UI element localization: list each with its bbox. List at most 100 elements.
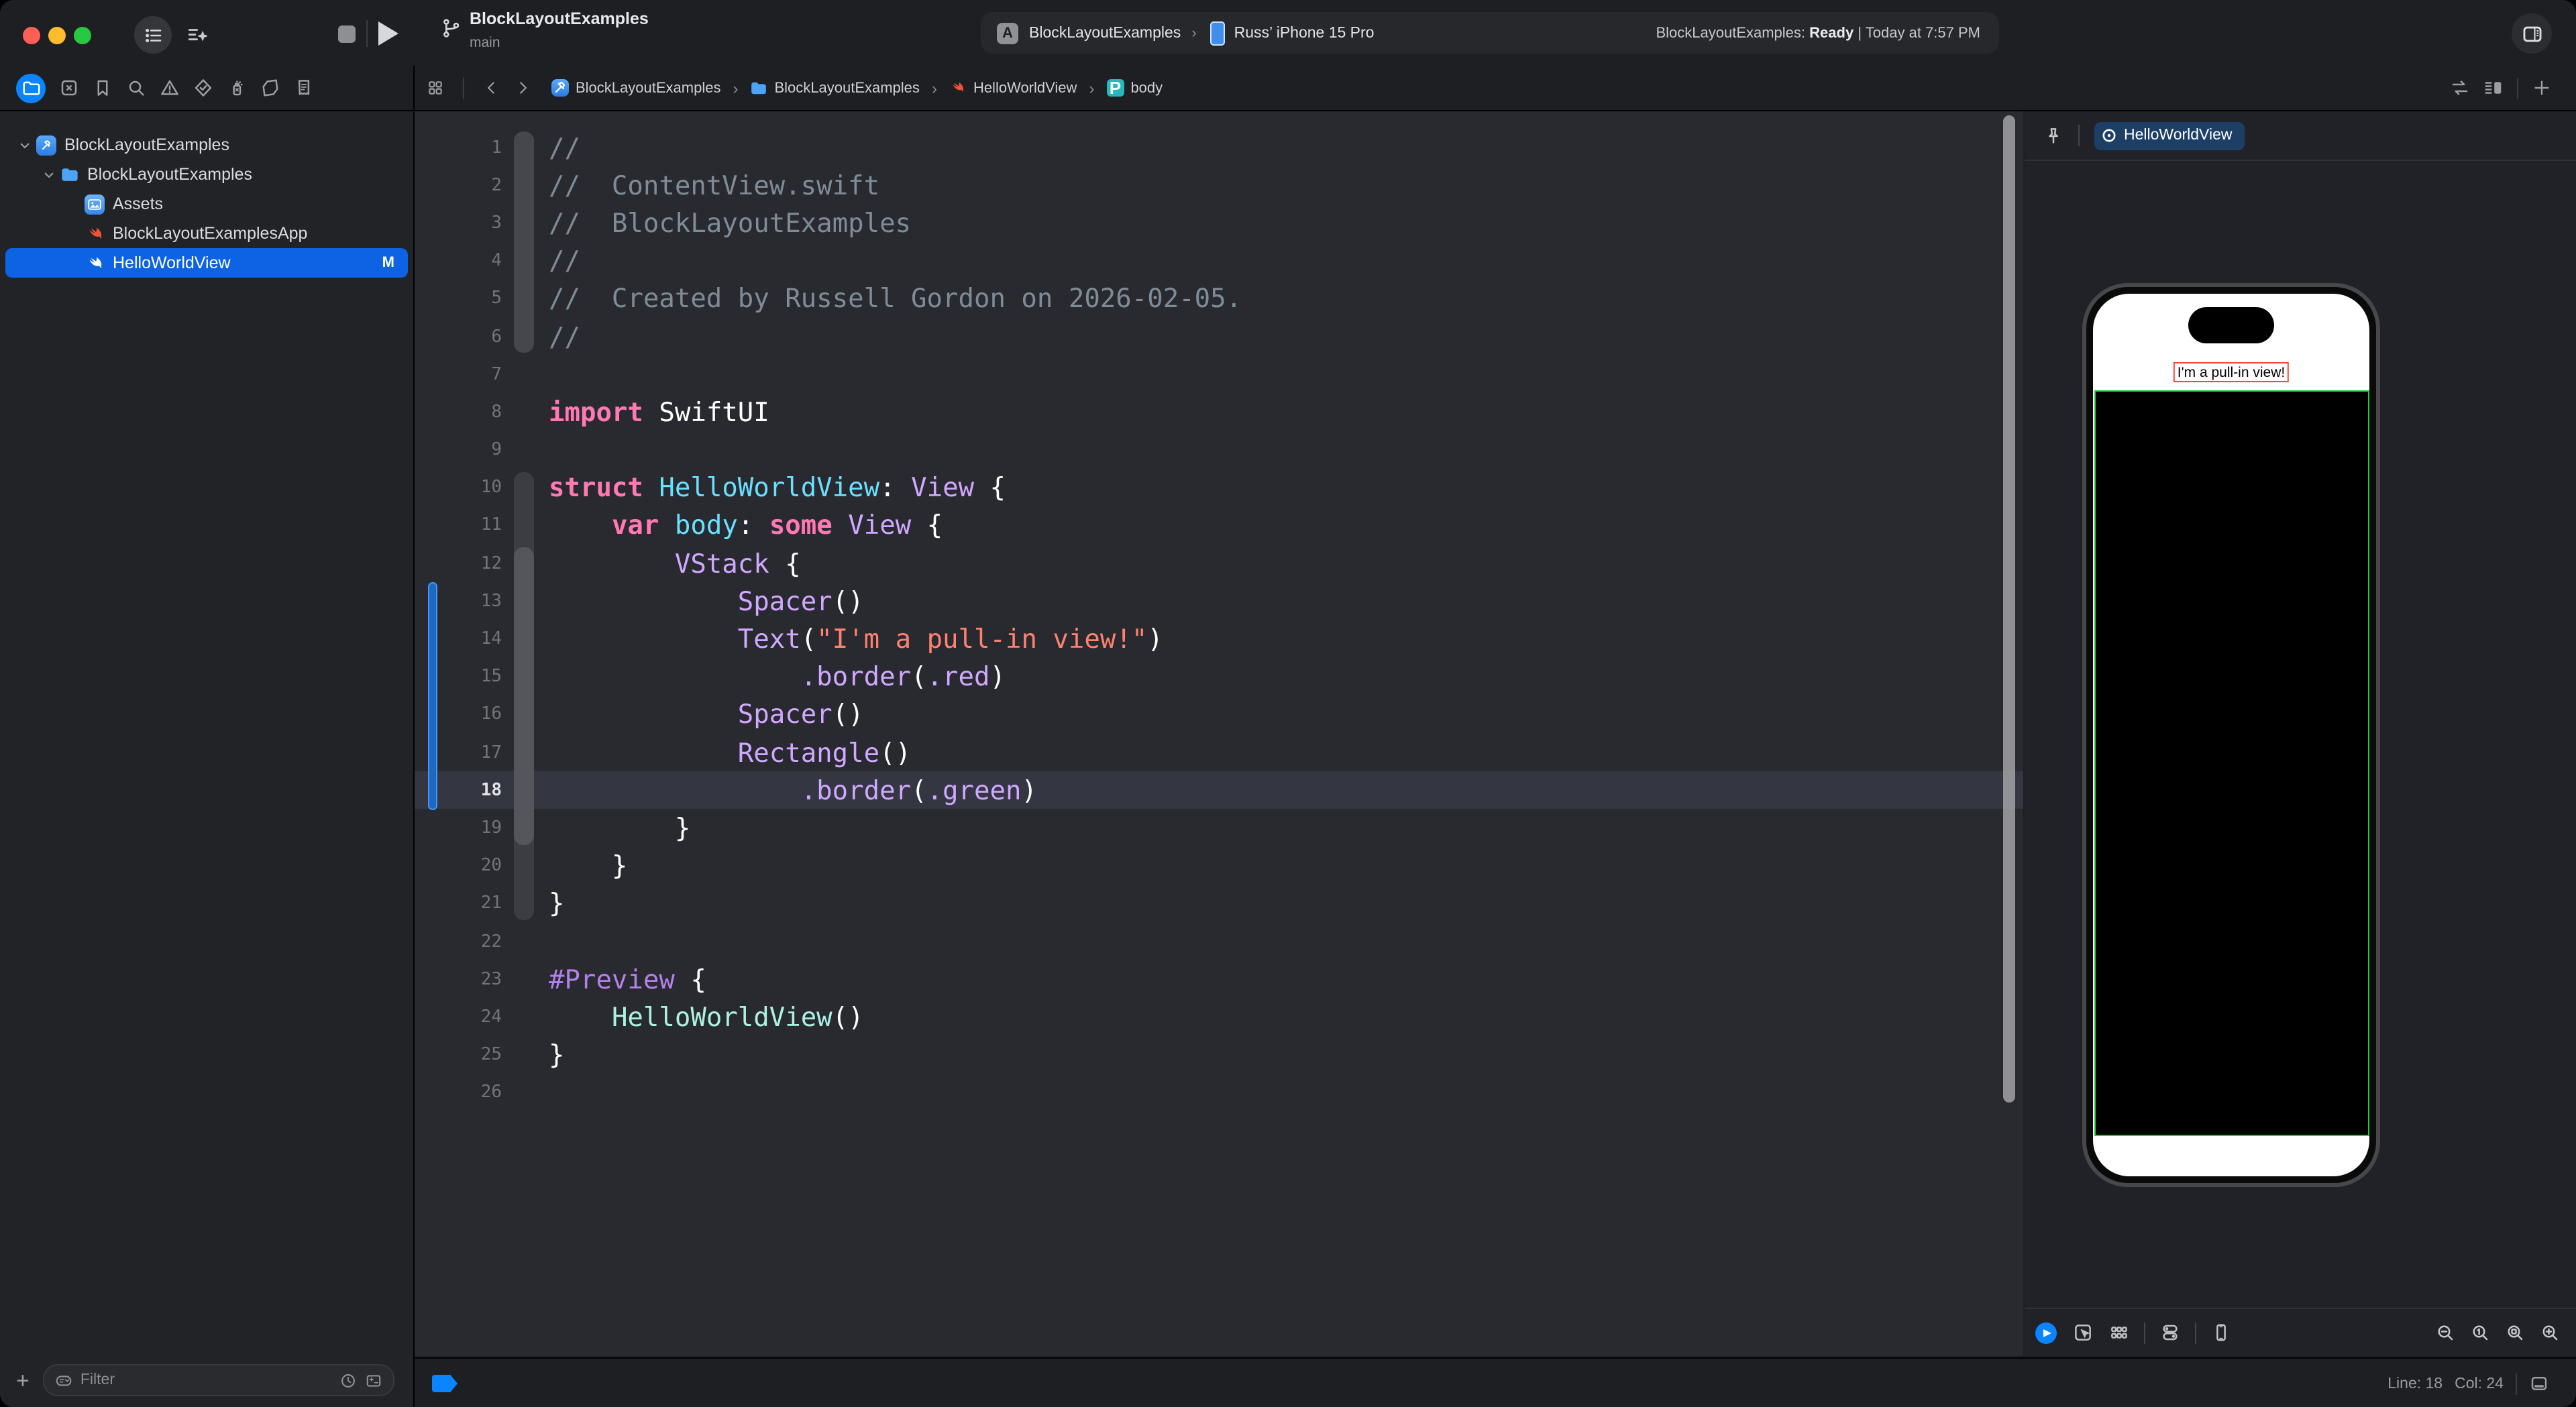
preview-tab[interactable]: HelloWorldView bbox=[2094, 121, 2245, 150]
code-line-12[interactable]: 12 VStack { bbox=[415, 545, 2023, 582]
iphone-screen[interactable]: I'm a pull-in view! bbox=[2093, 294, 2369, 1176]
editor-layout-icon[interactable] bbox=[2483, 78, 2504, 98]
zoom-in-button[interactable] bbox=[2540, 1322, 2560, 1343]
disclosure-chevron-icon[interactable] bbox=[19, 139, 32, 151]
sidebar-toggle-icon[interactable] bbox=[134, 16, 172, 54]
fold-ribbon[interactable] bbox=[514, 394, 534, 431]
code-line-8[interactable]: 8import SwiftUI bbox=[415, 394, 2023, 431]
titlebar: BlockLayoutExamples main A BlockLayoutEx… bbox=[0, 0, 2576, 66]
inspector-toggle-icon[interactable] bbox=[2512, 13, 2552, 54]
code-line-16[interactable]: 16 Spacer() bbox=[415, 696, 2023, 734]
breakpoints-navigator-icon[interactable] bbox=[260, 78, 280, 98]
bottom-bar-toggle-icon[interactable] bbox=[2529, 1373, 2549, 1394]
sidebar-item-assets[interactable]: Assets bbox=[0, 189, 413, 219]
sidebar-item-blocklayoutexamples[interactable]: BlockLayoutExamples bbox=[0, 130, 413, 160]
changes-navigator-icon[interactable] bbox=[59, 78, 79, 98]
add-file-button[interactable]: + bbox=[16, 1369, 30, 1392]
code-line-18[interactable]: 18 .border(.green) bbox=[415, 771, 2023, 809]
destination-name[interactable]: Russ’ iPhone 15 Pro bbox=[1234, 25, 1375, 41]
project-navigator-icon[interactable] bbox=[16, 73, 46, 103]
issues-navigator-icon[interactable] bbox=[160, 78, 180, 98]
breadcrumb-item[interactable]: Pbody bbox=[1106, 79, 1163, 97]
code-line-25[interactable]: 25} bbox=[415, 1036, 2023, 1074]
zoom-100-button[interactable] bbox=[2470, 1322, 2490, 1343]
fold-ribbon[interactable] bbox=[514, 923, 534, 960]
breadcrumb-item[interactable]: BlockLayoutExamples bbox=[750, 79, 919, 97]
zoom-fit-button[interactable] bbox=[2505, 1322, 2525, 1343]
back-icon[interactable] bbox=[483, 79, 500, 97]
code-line-6[interactable]: 6// bbox=[415, 318, 2023, 355]
code-line-22[interactable]: 22 bbox=[415, 923, 2023, 960]
editor-scrollbar[interactable] bbox=[2003, 115, 2015, 1103]
find-navigator-icon[interactable] bbox=[126, 78, 146, 98]
stop-button[interactable] bbox=[338, 25, 356, 43]
bookmarks-navigator-icon[interactable] bbox=[93, 78, 113, 98]
breadcrumb-item[interactable]: BlockLayoutExamples bbox=[551, 79, 720, 97]
code-line-2[interactable]: 2// ContentView.swift bbox=[415, 166, 2023, 204]
tests-navigator-icon[interactable] bbox=[193, 78, 213, 98]
fold-capsule-focus[interactable] bbox=[514, 547, 534, 844]
zoom-button[interactable] bbox=[74, 27, 91, 44]
device-settings-button[interactable] bbox=[2160, 1322, 2180, 1343]
code-line-1[interactable]: 1// bbox=[415, 129, 2023, 166]
variants-mode-button[interactable] bbox=[2109, 1322, 2129, 1343]
scheme-pill[interactable]: A BlockLayoutExamples › Russ’ iPhone 15 … bbox=[981, 12, 1999, 54]
code-line-15[interactable]: 15 .border(.red) bbox=[415, 658, 2023, 695]
adjust-editor-icon[interactable] bbox=[2450, 78, 2470, 98]
code-line-4[interactable]: 4// bbox=[415, 242, 2023, 280]
pin-icon[interactable] bbox=[2043, 125, 2063, 146]
clock-icon[interactable] bbox=[339, 1371, 357, 1389]
reports-navigator-icon[interactable] bbox=[294, 78, 314, 98]
zoom-out-button[interactable] bbox=[2435, 1322, 2455, 1343]
code-line-21[interactable]: 21} bbox=[415, 885, 2023, 923]
code-editor[interactable]: 1//2// ContentView.swift3// BlockLayoutE… bbox=[415, 111, 2023, 1356]
forward-icon[interactable] bbox=[514, 79, 531, 97]
fold-ribbon[interactable] bbox=[514, 999, 534, 1036]
preview-toolbar-divider bbox=[2195, 1322, 2196, 1343]
sidebar-item-blocklayoutexamplesapp[interactable]: BlockLayoutExamplesApp bbox=[0, 219, 413, 248]
run-button[interactable] bbox=[378, 21, 398, 46]
code-line-3[interactable]: 3// BlockLayoutExamples bbox=[415, 205, 2023, 242]
code-line-9[interactable]: 9 bbox=[415, 431, 2023, 469]
breadcrumb-item[interactable]: HelloWorldView bbox=[949, 79, 1077, 97]
intelligence-icon[interactable] bbox=[180, 17, 215, 52]
code-line-26[interactable]: 26 bbox=[415, 1074, 2023, 1111]
code-line-19[interactable]: 19 } bbox=[415, 809, 2023, 847]
close-button[interactable] bbox=[23, 27, 40, 44]
code-text: // bbox=[534, 245, 580, 276]
fold-capsule-comment[interactable] bbox=[514, 131, 534, 353]
code-line-23[interactable]: 23#Preview { bbox=[415, 960, 2023, 998]
code-line-14[interactable]: 14 Text("I'm a pull-in view!") bbox=[415, 620, 2023, 658]
fold-ribbon[interactable] bbox=[514, 1074, 534, 1111]
source-control-change-bar[interactable] bbox=[428, 583, 437, 809]
code-line-5[interactable]: 5// Created by Russell Gordon on 2026-02… bbox=[415, 280, 2023, 318]
live-preview-button[interactable] bbox=[2035, 1322, 2057, 1343]
scheme-name[interactable]: BlockLayoutExamples bbox=[1029, 25, 1181, 41]
file-name: BlockLayoutExamplesApp bbox=[113, 224, 307, 243]
code-line-13[interactable]: 13 Spacer() bbox=[415, 583, 2023, 620]
disclosure-chevron-icon[interactable] bbox=[43, 168, 56, 180]
code-line-17[interactable]: 17 Rectangle() bbox=[415, 734, 2023, 771]
code-text: struct HelloWorldView: View { bbox=[534, 473, 1006, 504]
add-editor-icon[interactable] bbox=[2532, 78, 2552, 98]
line-number: 6 bbox=[415, 327, 514, 347]
sidebar-item-blocklayoutexamples[interactable]: BlockLayoutExamples bbox=[0, 160, 413, 189]
debug-navigator-icon[interactable] bbox=[227, 78, 247, 98]
fold-ribbon[interactable] bbox=[514, 431, 534, 469]
code-line-7[interactable]: 7 bbox=[415, 355, 2023, 393]
minimize-button[interactable] bbox=[48, 27, 66, 44]
fold-ribbon[interactable] bbox=[514, 1036, 534, 1074]
plus-minus-icon[interactable] bbox=[365, 1371, 382, 1389]
code-line-11[interactable]: 11 var body: some View { bbox=[415, 507, 2023, 545]
code-line-24[interactable]: 24 HelloWorldView() bbox=[415, 999, 2023, 1036]
code-line-10[interactable]: 10struct HelloWorldView: View { bbox=[415, 469, 2023, 506]
filter-field[interactable]: Filter bbox=[43, 1364, 394, 1396]
code-line-20[interactable]: 20 } bbox=[415, 847, 2023, 885]
app-scheme-icon: A bbox=[997, 22, 1018, 44]
related-items-icon[interactable] bbox=[427, 79, 444, 97]
selectable-mode-button[interactable] bbox=[2073, 1322, 2093, 1343]
fold-ribbon[interactable] bbox=[514, 960, 534, 998]
sidebar-item-helloworldview[interactable]: HelloWorldViewM bbox=[5, 248, 408, 278]
preview-device-button[interactable] bbox=[2211, 1322, 2231, 1343]
fold-ribbon[interactable] bbox=[514, 355, 534, 393]
